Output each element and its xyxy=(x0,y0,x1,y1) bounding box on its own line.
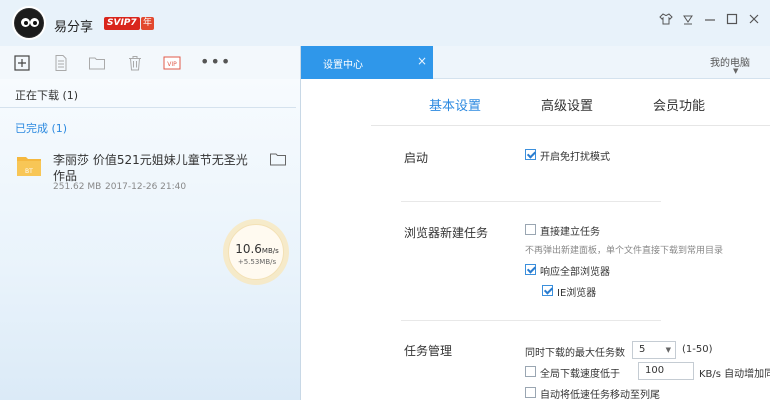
maximize-icon[interactable] xyxy=(723,12,741,30)
tab-basic-settings[interactable]: 基本设置 xyxy=(429,95,481,114)
global-speed-label[interactable]: 全局下载速度低于 xyxy=(540,365,620,380)
direct-task-label[interactable]: 直接建立任务 xyxy=(540,223,600,238)
my-computer-label[interactable]: 我的电脑 xyxy=(710,54,750,69)
speed-boost: +5.53MB/s xyxy=(237,258,277,266)
bt-file-icon: BT xyxy=(15,151,43,179)
downloading-label: 正在下载 (1) xyxy=(15,89,79,102)
file-name[interactable]: 李丽莎 价值521元姐妹儿童节无圣光作品 xyxy=(53,152,253,184)
dropdown-icon[interactable] xyxy=(679,12,697,30)
ie-browser-label[interactable]: IE浏览器 xyxy=(557,284,596,299)
folder-icon[interactable] xyxy=(88,54,106,72)
tab-strip: 设置中心 × 我的电脑 ▼ xyxy=(301,46,770,79)
direct-task-checkbox[interactable] xyxy=(525,224,536,235)
global-speed-input[interactable]: 100 xyxy=(638,362,694,380)
tab-advanced-settings[interactable]: 高级设置 xyxy=(541,95,593,114)
delete-icon[interactable] xyxy=(126,54,144,72)
toolbar: VIP ••• xyxy=(0,46,300,79)
avatar-image xyxy=(15,9,43,37)
respond-all-browsers-checkbox[interactable] xyxy=(525,264,536,275)
speed-value: 10.6 xyxy=(235,242,262,256)
downloading-section[interactable]: 正在下载 (1) xyxy=(0,79,296,108)
settings-panel: 基本设置 高级设置 会员功能 启动 开启免打扰模式 浏览器新建任务 直接建立任务… xyxy=(301,80,770,400)
svg-text:VIP: VIP xyxy=(167,61,177,68)
vip-icon[interactable]: VIP xyxy=(163,54,181,72)
global-speed-suffix: KB/s 自动增加同时下 xyxy=(699,369,770,380)
file-size: 251.62 MB xyxy=(53,182,102,192)
task-list-panel: 正在下载 (1) 已完成 (1) BT 李丽莎 价值521元姐妹儿童节无圣光作品… xyxy=(0,79,300,400)
tab-settings-center[interactable]: 设置中心 × xyxy=(301,46,433,79)
open-folder-icon[interactable] xyxy=(269,151,287,167)
file-date: 2017-12-26 21:40 xyxy=(105,182,187,192)
user-avatar[interactable] xyxy=(12,6,46,40)
chevron-down-icon[interactable]: ▼ xyxy=(733,67,738,75)
section-divider xyxy=(401,320,661,321)
browser-task-label: 浏览器新建任务 xyxy=(404,226,489,240)
username[interactable]: 易分享 xyxy=(54,16,93,35)
svg-text:BT: BT xyxy=(25,168,33,175)
dnd-mode-checkbox[interactable] xyxy=(525,149,536,160)
title-bar: 易分享 SVIP7 年 xyxy=(0,0,770,46)
close-icon[interactable] xyxy=(745,12,763,30)
speed-unit: MB/s xyxy=(261,247,279,255)
section-divider xyxy=(401,201,661,202)
max-tasks-value: 5 xyxy=(639,344,646,355)
more-icon[interactable]: ••• xyxy=(200,52,231,71)
direct-task-hint: 不再弹出新建面板，单个文件直接下载到常用目录 xyxy=(525,246,724,256)
svip-badge[interactable]: SVIP7 xyxy=(104,17,140,30)
document-icon[interactable] xyxy=(52,54,70,72)
chevron-down-icon: ▼ xyxy=(665,346,671,354)
task-management-label: 任务管理 xyxy=(404,344,453,358)
ie-browser-checkbox[interactable] xyxy=(542,285,553,296)
new-task-icon[interactable] xyxy=(13,54,31,72)
max-tasks-select[interactable]: 5 ▼ xyxy=(632,341,676,359)
speed-indicator[interactable]: 10.6MB/s +5.53MB/s xyxy=(228,224,284,280)
startup-label: 启动 xyxy=(404,151,429,165)
shirt-icon[interactable] xyxy=(657,12,675,30)
year-badge: 年 xyxy=(141,17,154,30)
max-tasks-range: (1-50) xyxy=(682,344,713,355)
tab-close-icon[interactable]: × xyxy=(417,54,427,68)
completed-label[interactable]: 已完成 (1) xyxy=(15,120,67,136)
tabs-divider xyxy=(371,125,770,126)
move-slow-checkbox[interactable] xyxy=(525,387,536,398)
respond-all-browsers-label[interactable]: 响应全部浏览器 xyxy=(540,263,610,278)
dnd-mode-label[interactable]: 开启免打扰模式 xyxy=(540,148,610,163)
tab-label: 设置中心 xyxy=(323,60,363,71)
minimize-icon[interactable] xyxy=(701,12,719,30)
tab-member-features[interactable]: 会员功能 xyxy=(653,95,705,114)
move-slow-label[interactable]: 自动将低速任务移动至列尾 xyxy=(540,386,660,400)
global-speed-checkbox[interactable] xyxy=(525,366,536,377)
max-tasks-label: 同时下载的最大任务数 xyxy=(525,348,625,359)
